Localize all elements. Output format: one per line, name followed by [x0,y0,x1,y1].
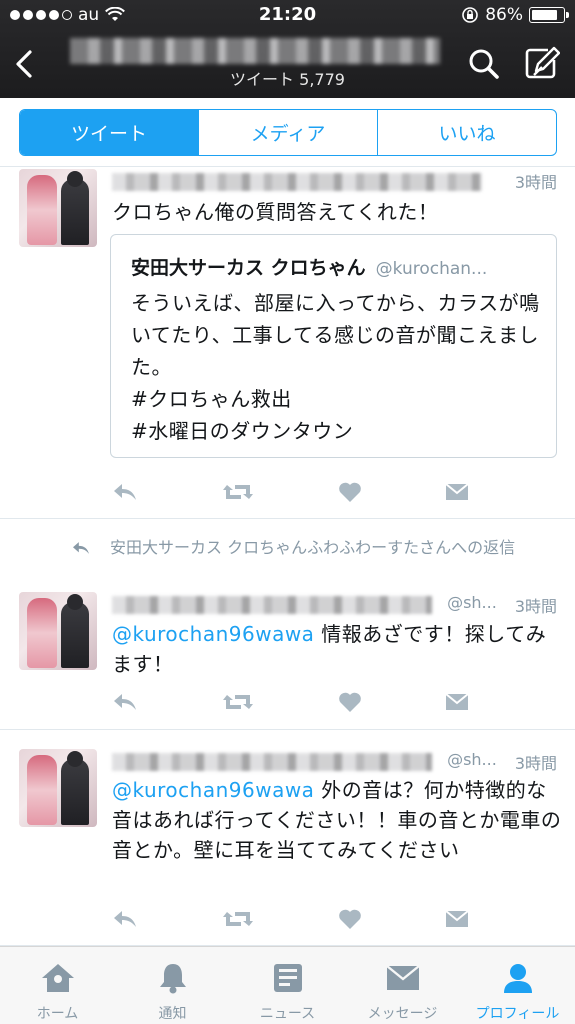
reply-context: 安田大サーカス クロちゃんふわふわーすたさんへの返信 [73,536,556,559]
home-icon [41,964,74,992]
bell-icon [159,964,186,994]
news-icon [273,964,302,992]
quoted-tweet-text: そういえば、部屋に入ってから、カラスが鳴いてたり、工事してる感じの音が聞こえまし… [131,287,541,447]
author-name-pixelated [112,753,432,771]
hashtag-link[interactable]: #クロちゃん救出 [131,383,541,415]
battery-icon [529,7,569,23]
tweet-time: 3時間 [514,597,557,616]
profile-name-pixelated [70,38,440,64]
tweet-item[interactable]: 3時間 クロちゃん俺の質問答えてくれた！ 安田大サーカス クロちゃん @kuroc… [0,167,575,519]
mention-link[interactable]: @kurochan96wawa [112,778,314,802]
retweet-icon [223,695,253,709]
profile-header: au 21:20 86% ツイート 5,779 [0,0,575,98]
tweet-actions [112,906,472,932]
tab-messages[interactable]: メッセージ [345,947,460,1024]
direct-message-button[interactable] [444,689,470,715]
heart-icon [339,692,361,712]
compose-icon[interactable] [522,44,560,82]
reply-icon [114,484,136,500]
avatar[interactable] [19,592,97,670]
tab-news-label: ニュース [259,1006,316,1022]
tab-media[interactable]: メディア [198,110,377,155]
retweet-button[interactable] [222,689,254,715]
quoted-author-handle: @kurochan... [375,259,488,279]
tweet-text: @kurochan96wawa 情報あざです！探してみます！ [112,619,562,679]
status-bar: au 21:20 86% [0,0,575,30]
envelope-icon [385,965,420,990]
reply-button[interactable] [112,479,138,505]
direct-message-button[interactable] [444,906,470,932]
tab-home-label: ホーム [36,1006,79,1022]
profile-nav: ツイート 5,779 [0,30,575,98]
retweet-icon [223,912,253,926]
retweet-button[interactable] [222,479,254,505]
tweet-actions [112,479,472,505]
reply-button[interactable] [112,689,138,715]
author-name-pixelated [112,596,432,614]
reply-context-text: 安田大サーカス クロちゃんふわふわーすたさんへの返信 [110,538,516,557]
tab-tweets[interactable]: ツイート [20,110,198,155]
tweet-meta: 3時間 [515,169,557,193]
hashtag-link[interactable]: #水曜日のダウンタウン [131,415,541,447]
like-button[interactable] [338,906,362,932]
profile-tabs: ツイート メディア いいね [19,109,557,156]
search-icon[interactable] [466,46,502,82]
retweet-button[interactable] [222,906,254,932]
tweet-time: 3時間 [514,173,557,192]
heart-icon [339,909,361,929]
tweet-time: 3時間 [514,754,557,773]
rotation-lock-icon [462,7,479,23]
tweet-item[interactable]: 安田大サーカス クロちゃんふわふわーすたさんへの返信 @sh... 3時間 @k… [0,520,575,730]
quoted-author: 安田大サーカス クロちゃん @kurochan... [131,253,487,280]
tweet-actions [112,689,472,715]
like-button[interactable] [338,479,362,505]
battery-percent: 86% [485,5,523,25]
tweet-meta: @sh... 3時間 [447,750,557,774]
reply-button[interactable] [112,906,138,932]
avatar[interactable] [19,169,97,247]
battery-area: 86% [461,5,569,25]
direct-message-button[interactable] [444,479,470,505]
tab-profile[interactable]: プロフィール [460,947,575,1024]
author-name-pixelated [112,173,482,191]
retweet-icon [223,485,253,499]
tweet-text: クロちゃん俺の質問答えてくれた！ [112,200,439,224]
avatar[interactable] [19,749,97,827]
envelope-icon [445,910,469,927]
tab-messages-label: メッセージ [367,1006,438,1022]
reply-icon [114,911,136,927]
tweet-meta: @sh... 3時間 [447,593,557,617]
reply-context-icon [73,542,89,554]
quoted-author-name: 安田大サーカス クロちゃん [131,257,366,279]
tab-profile-label: プロフィール [475,1006,560,1022]
tab-news[interactable]: ニュース [230,947,345,1024]
envelope-icon [445,693,469,710]
bottom-tab-bar: ホーム 通知 ニュース メッセージ プロフィール [0,946,575,1024]
person-icon [503,964,532,993]
mention-link[interactable]: @kurochan96wawa [112,622,314,646]
tweet-handle: @sh... [447,750,497,769]
quoted-tweet[interactable]: 安田大サーカス クロちゃん @kurochan... そういえば、部屋に入ってから… [110,234,557,458]
reply-icon [114,694,136,710]
heart-icon [339,482,361,502]
tab-notifications[interactable]: 通知 [115,947,230,1024]
tab-home[interactable]: ホーム [0,947,115,1024]
tab-likes[interactable]: いいね [377,110,556,155]
tab-notifications-label: 通知 [158,1006,187,1022]
tweet-handle: @sh... [447,593,497,612]
envelope-icon [445,483,469,500]
like-button[interactable] [338,689,362,715]
tweet-text: @kurochan96wawa 外の音は？何か特徴的な音はあれば行ってください！… [112,775,562,865]
quoted-tweet-line: そういえば、部屋に入ってから、カラスが鳴いてたり、工事してる感じの音が聞こえまし… [131,291,540,379]
tweet-item[interactable]: @sh... 3時間 @kurochan96wawa 外の音は？何か特徴的な音は… [0,731,575,946]
